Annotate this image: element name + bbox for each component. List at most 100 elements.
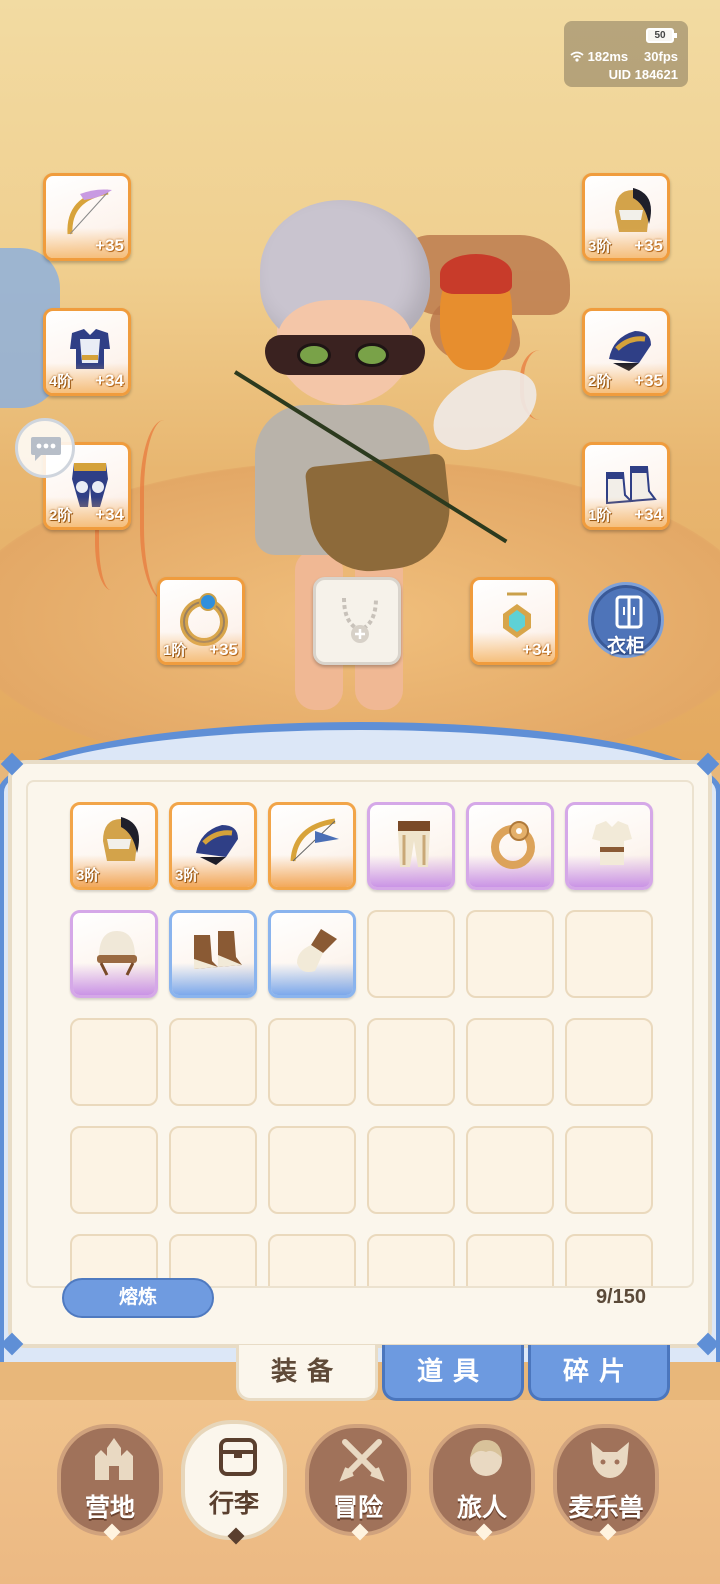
tunic-icon: [592, 821, 632, 865]
inventory-slot-empty[interactable]: [565, 1018, 653, 1106]
ping-text: 182ms: [587, 49, 629, 64]
tier-label: 3阶: [76, 867, 100, 884]
enhance-level: +35: [209, 640, 238, 659]
equip-slot-boots[interactable]: 1阶 +34: [582, 442, 670, 530]
inventory-slot-empty[interactable]: [268, 1126, 356, 1214]
wardrobe-label: 衣柜: [606, 636, 645, 657]
traveler-portrait-icon: [470, 1440, 502, 1476]
status-panel: 50 182ms 30fps UID 184621: [564, 21, 688, 87]
tier-label: 4阶: [49, 373, 73, 390]
enhance-level: +35: [634, 371, 663, 390]
inventory-slot-empty[interactable]: [466, 910, 554, 998]
equip-slot-armor[interactable]: 4阶 +34: [43, 308, 131, 396]
character-wing: [421, 359, 549, 461]
inventory-slot-empty[interactable]: [70, 1018, 158, 1106]
inventory-slot-empty[interactable]: [367, 1234, 455, 1286]
necklace-icon: [342, 597, 378, 643]
enhance-level: +34: [95, 371, 124, 390]
enhance-level: +34: [522, 640, 551, 659]
nav-adventure-label: 冒险: [332, 1494, 383, 1522]
wardrobe-icon: [615, 595, 643, 629]
enhance-level: +34: [634, 505, 663, 524]
smelt-button[interactable]: 熔炼: [62, 1278, 214, 1318]
inventory-slot-empty[interactable]: [169, 1126, 257, 1214]
uid-text: UID 184621: [608, 67, 678, 82]
chat-button[interactable]: [15, 418, 75, 478]
equip-slot-necklace-empty[interactable]: [313, 577, 401, 665]
fox-pet-icon: [591, 1442, 629, 1478]
inventory-slot-empty[interactable]: [565, 1234, 653, 1286]
character-mask: [265, 335, 425, 375]
inventory-slot-empty[interactable]: [367, 910, 455, 998]
inventory-slot-empty[interactable]: [367, 1126, 455, 1214]
tab-equipment[interactable]: 装备: [236, 1345, 378, 1401]
tier-label: 2阶: [49, 507, 73, 524]
nav-camp[interactable]: 营地: [57, 1424, 163, 1541]
castle-icon: [95, 1438, 133, 1480]
leg-armor-icon: [398, 821, 430, 867]
tab-items[interactable]: 道具: [382, 1345, 524, 1401]
tier-label: 2阶: [588, 373, 612, 390]
wardrobe-button[interactable]: 衣柜: [588, 582, 664, 658]
inventory-item-gauntlet[interactable]: 3阶: [169, 802, 257, 890]
nav-luggage[interactable]: 行李: [181, 1420, 287, 1545]
tab-fragments[interactable]: 碎片: [528, 1345, 670, 1401]
tier-label: 3阶: [588, 238, 612, 255]
enhance-level: +35: [95, 236, 124, 255]
inventory-item-glove[interactable]: [268, 910, 356, 998]
ring-icon: [491, 821, 535, 869]
equip-slot-amulet[interactable]: +34: [470, 577, 558, 665]
inventory-item-helmet[interactable]: 3阶: [70, 802, 158, 890]
nav-luggage-label: 行李: [208, 1490, 259, 1518]
equip-slot-gloves[interactable]: 2阶 +35: [582, 308, 670, 396]
glove-icon: [297, 929, 337, 972]
nav-camp-label: 营地: [84, 1494, 135, 1522]
nav-travelers[interactable]: 旅人: [429, 1424, 535, 1541]
inventory-capacity: 9/150: [595, 1286, 646, 1308]
inventory-slot-empty[interactable]: [466, 1126, 554, 1214]
tier-label: 1阶: [588, 507, 612, 524]
inventory-item-leg-armor[interactable]: [367, 802, 455, 890]
network-status: 182ms: [570, 49, 628, 64]
tier-label: 1阶: [163, 642, 187, 659]
inventory-slot-empty[interactable]: [565, 910, 653, 998]
inventory-item-bow[interactable]: [268, 802, 356, 890]
character-eye: [355, 343, 389, 367]
inventory-item-boots[interactable]: [169, 910, 257, 998]
enhance-level: +35: [634, 236, 663, 255]
inventory-item-cap[interactable]: [70, 910, 158, 998]
inventory-item-ring[interactable]: [466, 802, 554, 890]
inventory-slot-empty[interactable]: [169, 1018, 257, 1106]
wifi-icon: [570, 51, 584, 62]
boots-icon: [194, 931, 242, 969]
nav-travelers-label: 旅人: [456, 1494, 507, 1522]
inventory-slot-empty[interactable]: [70, 1126, 158, 1214]
nav-pets-label: 麦乐兽: [568, 1494, 644, 1522]
inventory-panel: 3阶 3阶 熔炼 9/150: [0, 752, 720, 1356]
cap-icon: [97, 931, 137, 976]
equip-slot-weapon[interactable]: +35: [43, 173, 131, 261]
inventory-slot-empty[interactable]: [268, 1018, 356, 1106]
battery-indicator: 50: [646, 28, 677, 43]
inventory-slot-empty[interactable]: [268, 1234, 356, 1286]
inventory-slot-empty[interactable]: [466, 1234, 554, 1286]
inventory-item-tunic[interactable]: [565, 802, 653, 890]
inventory-slot-empty[interactable]: [466, 1018, 554, 1106]
fps-text: 30fps: [644, 49, 678, 64]
nav-pets[interactable]: 麦乐兽: [553, 1424, 659, 1541]
inventory-slot-empty[interactable]: [565, 1126, 653, 1214]
equip-slot-ring[interactable]: 1阶 +35: [157, 577, 245, 665]
inventory-slot-empty[interactable]: [367, 1018, 455, 1106]
nav-adventure[interactable]: 冒险: [305, 1424, 411, 1541]
enhance-level: +34: [95, 505, 124, 524]
backpack-icon: [219, 1438, 257, 1476]
character-eye: [297, 343, 331, 367]
crossed-swords-icon: [339, 1439, 385, 1482]
inventory-grid-area[interactable]: 3阶 3阶: [26, 780, 694, 1288]
chat-bubble-icon: [31, 437, 61, 461]
coral: [140, 420, 200, 600]
tier-label: 3阶: [175, 867, 199, 884]
equip-slot-helmet[interactable]: 3阶 +35: [582, 173, 670, 261]
bow-icon: [290, 818, 339, 862]
pet-creature: [440, 254, 512, 370]
